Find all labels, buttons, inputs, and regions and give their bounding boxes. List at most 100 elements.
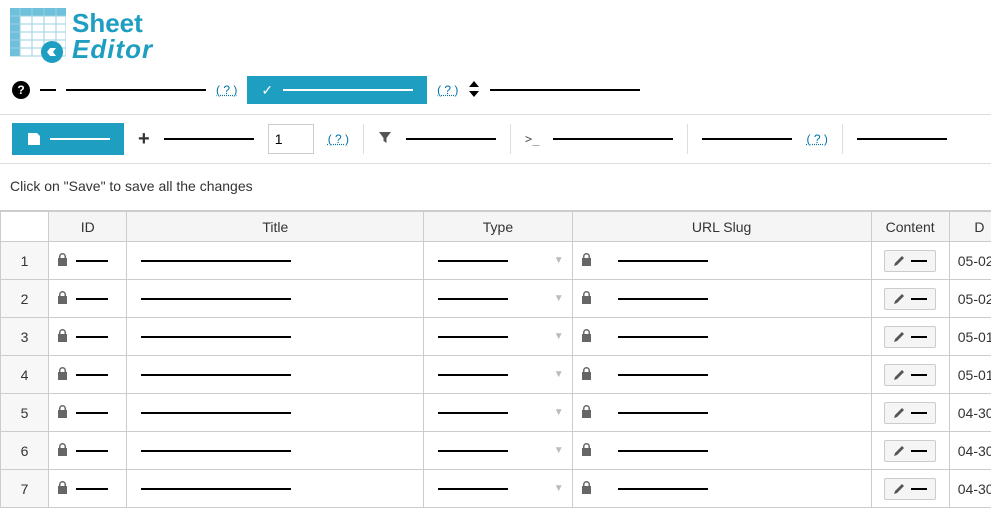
apply-button[interactable]: ✓: [247, 76, 427, 104]
lock-icon: [57, 443, 68, 456]
cell-slug[interactable]: [572, 356, 871, 394]
edit-content-button[interactable]: [884, 288, 936, 310]
lock-icon: [57, 291, 68, 304]
dropdown-placeholder[interactable]: [66, 89, 206, 91]
cell-title[interactable]: [127, 394, 424, 432]
cell-id[interactable]: [49, 242, 127, 280]
cell-type[interactable]: ▼: [424, 394, 572, 432]
pencil-icon: [893, 445, 905, 457]
corner-cell: [1, 212, 49, 242]
pencil-icon: [893, 255, 905, 267]
cell-content: [871, 470, 949, 508]
row-number[interactable]: 3: [1, 318, 49, 356]
cell-type[interactable]: ▼: [424, 318, 572, 356]
add-row-button[interactable]: +: [138, 128, 150, 151]
col-header-id[interactable]: ID: [49, 212, 127, 242]
check-icon: ✓: [261, 82, 273, 99]
cell-date[interactable]: 05-02: [949, 280, 991, 318]
sort-icon[interactable]: [468, 81, 480, 100]
cell-content: [871, 242, 949, 280]
cell-content: [871, 318, 949, 356]
cell-title[interactable]: [127, 242, 424, 280]
edit-content-button[interactable]: [884, 364, 936, 386]
edit-content-button[interactable]: [884, 402, 936, 424]
row-number[interactable]: 7: [1, 470, 49, 508]
edit-content-button[interactable]: [884, 478, 936, 500]
cell-id[interactable]: [49, 318, 127, 356]
save-label-line: [50, 138, 110, 140]
cell-id[interactable]: [49, 394, 127, 432]
col-header-date[interactable]: D: [949, 212, 991, 242]
help-link-tool[interactable]: ( ? ): [806, 132, 827, 146]
help-link-2[interactable]: ( ? ): [437, 83, 458, 97]
col-header-type[interactable]: Type: [424, 212, 572, 242]
cell-date[interactable]: 05-01: [949, 356, 991, 394]
save-button[interactable]: [12, 123, 124, 155]
pencil-icon: [893, 331, 905, 343]
col-header-slug[interactable]: URL Slug: [572, 212, 871, 242]
filter-icon[interactable]: [378, 131, 392, 148]
tool2-placeholder[interactable]: [857, 138, 947, 140]
row-number[interactable]: 2: [1, 280, 49, 318]
cell-type[interactable]: ▼: [424, 432, 572, 470]
divider: [687, 124, 688, 154]
chevron-down-icon: ▼: [554, 293, 564, 304]
help-link-1[interactable]: ( ? ): [216, 83, 237, 97]
lock-icon: [57, 367, 68, 380]
filter-placeholder[interactable]: [406, 138, 496, 140]
sort-field-placeholder[interactable]: [490, 89, 640, 91]
cell-slug[interactable]: [572, 280, 871, 318]
cell-content: [871, 432, 949, 470]
row-number[interactable]: 1: [1, 242, 49, 280]
col-header-content[interactable]: Content: [871, 212, 949, 242]
col-header-title[interactable]: Title: [127, 212, 424, 242]
cell-slug[interactable]: [572, 470, 871, 508]
chevron-down-icon: ▼: [554, 255, 564, 266]
cell-title[interactable]: [127, 470, 424, 508]
edit-content-button[interactable]: [884, 326, 936, 348]
logo-grid-icon: [10, 8, 66, 64]
cell-slug[interactable]: [572, 394, 871, 432]
cell-type[interactable]: ▼: [424, 242, 572, 280]
cell-id[interactable]: [49, 280, 127, 318]
cell-title[interactable]: [127, 432, 424, 470]
cell-content: [871, 394, 949, 432]
cell-id[interactable]: [49, 470, 127, 508]
cell-date[interactable]: 05-02: [949, 242, 991, 280]
row-number[interactable]: 4: [1, 356, 49, 394]
cell-date[interactable]: 04-30: [949, 432, 991, 470]
cell-slug[interactable]: [572, 242, 871, 280]
edit-content-button[interactable]: [884, 440, 936, 462]
pencil-icon: [893, 293, 905, 305]
lock-icon: [581, 367, 592, 380]
terminal-icon[interactable]: >_: [525, 132, 539, 146]
lock-icon: [57, 329, 68, 342]
row-number[interactable]: 5: [1, 394, 49, 432]
logo-text-1: Sheet: [72, 10, 153, 36]
help-link-rows[interactable]: ( ? ): [328, 132, 349, 146]
cell-title[interactable]: [127, 318, 424, 356]
cell-date[interactable]: 04-30: [949, 470, 991, 508]
tool-placeholder[interactable]: [702, 138, 792, 140]
cell-slug[interactable]: [572, 318, 871, 356]
divider: [510, 124, 511, 154]
header-row: ID Title Type URL Slug Content D: [1, 212, 991, 242]
cell-title[interactable]: [127, 280, 424, 318]
cell-type[interactable]: ▼: [424, 470, 572, 508]
cell-id[interactable]: [49, 356, 127, 394]
cmd-placeholder[interactable]: [553, 138, 673, 140]
row-number[interactable]: 6: [1, 432, 49, 470]
page-number-input[interactable]: [268, 124, 314, 154]
cell-date[interactable]: 04-30: [949, 394, 991, 432]
help-icon[interactable]: ?: [12, 81, 30, 99]
lock-icon: [581, 405, 592, 418]
cell-title[interactable]: [127, 356, 424, 394]
cell-date[interactable]: 05-01: [949, 318, 991, 356]
chevron-down-icon: ▼: [554, 407, 564, 418]
cell-type[interactable]: ▼: [424, 356, 572, 394]
cell-type[interactable]: ▼: [424, 280, 572, 318]
app-logo: Sheet Editor: [0, 0, 991, 72]
edit-content-button[interactable]: [884, 250, 936, 272]
cell-slug[interactable]: [572, 432, 871, 470]
cell-id[interactable]: [49, 432, 127, 470]
